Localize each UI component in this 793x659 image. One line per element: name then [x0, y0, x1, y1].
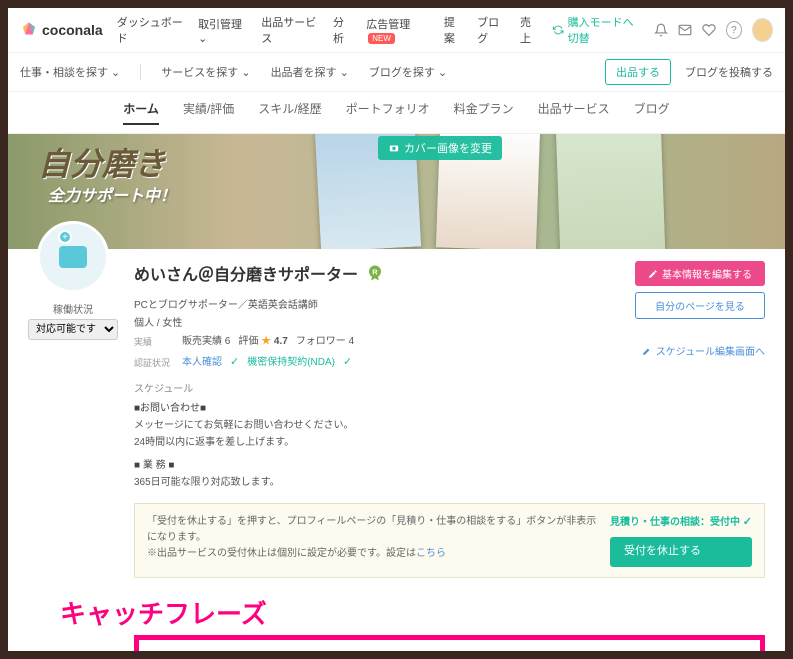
contact-text: メッセージにてお気軽にお問い合わせください。 [134, 417, 765, 434]
contact-title: ■お問い合わせ■ [134, 400, 765, 417]
rank-badge-icon: R [366, 264, 384, 282]
rating-stat: 評価 ★ 4.7 [238, 333, 287, 351]
refresh-icon [553, 24, 563, 36]
nav-listing[interactable]: 出品サービス [261, 14, 319, 46]
tab-blog[interactable]: ブログ [634, 100, 670, 125]
user-avatar[interactable] [752, 18, 773, 42]
cover-title: 自分磨き [38, 139, 166, 185]
verified-link[interactable]: 本人確認 [182, 354, 222, 372]
bell-icon[interactable] [654, 22, 668, 38]
camera-icon [388, 143, 400, 153]
header-nav: ダッシュボード 取引管理 ⌄ 出品サービス 分析 広告管理NEW 提案 ブログ … [117, 14, 539, 46]
change-cover-button[interactable]: カバー画像を変更 [378, 136, 502, 160]
publish-button[interactable]: 出品する [605, 59, 671, 85]
tab-review[interactable]: 実績/評価 [183, 100, 234, 125]
check-icon: ✓ [230, 353, 239, 373]
mode-switch[interactable]: 購入モードへ切替 [553, 14, 644, 46]
edit-icon [642, 346, 652, 356]
cover-subtitle: 全力サポート中！ [48, 182, 176, 206]
nav2-service[interactable]: サービスを探す ⌄ [161, 64, 250, 80]
tab-pricing[interactable]: 料金プラン [454, 100, 514, 125]
notice-text: 「受付を休止する」を押すと、プロフィールページの「見積り・仕事の相談をする」ボタ… [147, 514, 598, 546]
work-text: 365日可能な限り対応致します。 [134, 474, 765, 491]
view-page-button[interactable]: 自分のページを見る [635, 292, 765, 319]
nav2-blog[interactable]: ブログを探す ⌄ [369, 64, 447, 80]
nav-sales[interactable]: 売上 [520, 14, 539, 46]
edit-profile-button[interactable]: 基本情報を編集する [635, 261, 765, 286]
nav2-work[interactable]: 仕事・相談を探す ⌄ [20, 64, 120, 80]
profile-name: めいさん＠自分磨きサポーター R [134, 261, 619, 285]
notice-link[interactable]: こちら [416, 548, 446, 559]
schedule-section: スケジュール ■お問い合わせ■ メッセージにてお気軽にお問い合わせください。 2… [8, 381, 785, 491]
schedule-link[interactable]: スケジュール編集画面へ [635, 343, 765, 358]
cover-photo [556, 134, 665, 249]
profile-avatar[interactable]: + [37, 221, 109, 293]
brand-name: coconala [42, 22, 103, 38]
schedule-label: スケジュール [134, 381, 765, 398]
status-label: 稼働状況 [28, 301, 118, 316]
tab-skill[interactable]: スキル/経歴 [258, 100, 321, 125]
plus-icon: + [58, 230, 72, 244]
camera-icon [59, 246, 87, 268]
nda-link[interactable]: 機密保持契約(NDA) [247, 354, 335, 372]
tab-home[interactable]: ホーム [123, 100, 159, 125]
stats-label: 実績 [134, 334, 174, 350]
nav2-seller[interactable]: 出品者を探す ⌄ [271, 64, 349, 80]
check-icon: ✓ [743, 516, 752, 528]
header: coconala ダッシュボード 取引管理 ⌄ 出品サービス 分析 広告管理NE… [8, 8, 785, 53]
verify-label: 認証状況 [134, 355, 174, 371]
nav-ads[interactable]: 広告管理NEW [366, 16, 430, 44]
nav-proposal[interactable]: 提案 [444, 14, 463, 46]
status-select[interactable]: 対応可能です [28, 319, 118, 340]
notice-text: ※出品サービスの受付休止は個別に設定が必要です。設定はこちら [147, 546, 598, 562]
notice-box: 「受付を休止する」を押すと、プロフィールページの「見積り・仕事の相談をする」ボタ… [134, 503, 765, 578]
sales-stat: 販売実績 6 [182, 333, 230, 351]
contact-text: 24時間以内に返事を差し上げます。 [134, 434, 765, 451]
nav-blog[interactable]: ブログ [477, 14, 506, 46]
tab-services[interactable]: 出品サービス [538, 100, 610, 125]
cover-image: 自分磨き 全力サポート中！ カバー画像を変更 [8, 134, 785, 249]
help-icon[interactable]: ? [726, 21, 742, 39]
accept-status: 見積り・仕事の相談：受付中 ✓ [610, 514, 752, 532]
catchphrase-highlight: ブログで自分磨き！英語舌育成で自分磨き！全力でお手伝い中 28 / 50 [134, 635, 765, 651]
nav-trade[interactable]: 取引管理 ⌄ [198, 16, 247, 45]
logo-icon [20, 21, 38, 39]
work-title: ■ 業 務 ■ [134, 457, 765, 474]
follower-stat: フォロワー 4 [296, 333, 354, 351]
profile-desc: PCとブログサポーター／英語英会話講師 [134, 297, 619, 315]
profile-tabs: ホーム 実績/評価 スキル/経歴 ポートフォリオ 料金プラン 出品サービス ブロ… [8, 92, 785, 134]
star-icon: ★ [261, 336, 271, 347]
logo[interactable]: coconala [20, 21, 103, 39]
mail-icon[interactable] [678, 22, 692, 38]
heart-icon[interactable] [702, 22, 716, 38]
new-badge: NEW [368, 33, 395, 44]
secondary-nav: 仕事・相談を探す ⌄ サービスを探す ⌄ 出品者を探す ⌄ ブログを探す ⌄ 出… [8, 53, 785, 92]
annotation-label: キャッチフレーズ [8, 578, 785, 635]
nav-dashboard[interactable]: ダッシュボード [117, 14, 184, 46]
tab-portfolio[interactable]: ポートフォリオ [346, 100, 430, 125]
nav-analytics[interactable]: 分析 [333, 14, 352, 46]
check-icon: ✓ [343, 353, 352, 373]
profile-section: + 稼働状況 対応可能です めいさん＠自分磨きサポーター R PCとブログサポー… [8, 249, 785, 375]
profile-type: 個人 / 女性 [134, 315, 619, 333]
post-blog-link[interactable]: ブログを投稿する [685, 64, 773, 80]
svg-text:R: R [372, 268, 378, 277]
pencil-icon [648, 269, 658, 279]
stop-accepting-button[interactable]: 受付を休止する [610, 537, 752, 567]
divider [140, 64, 141, 80]
